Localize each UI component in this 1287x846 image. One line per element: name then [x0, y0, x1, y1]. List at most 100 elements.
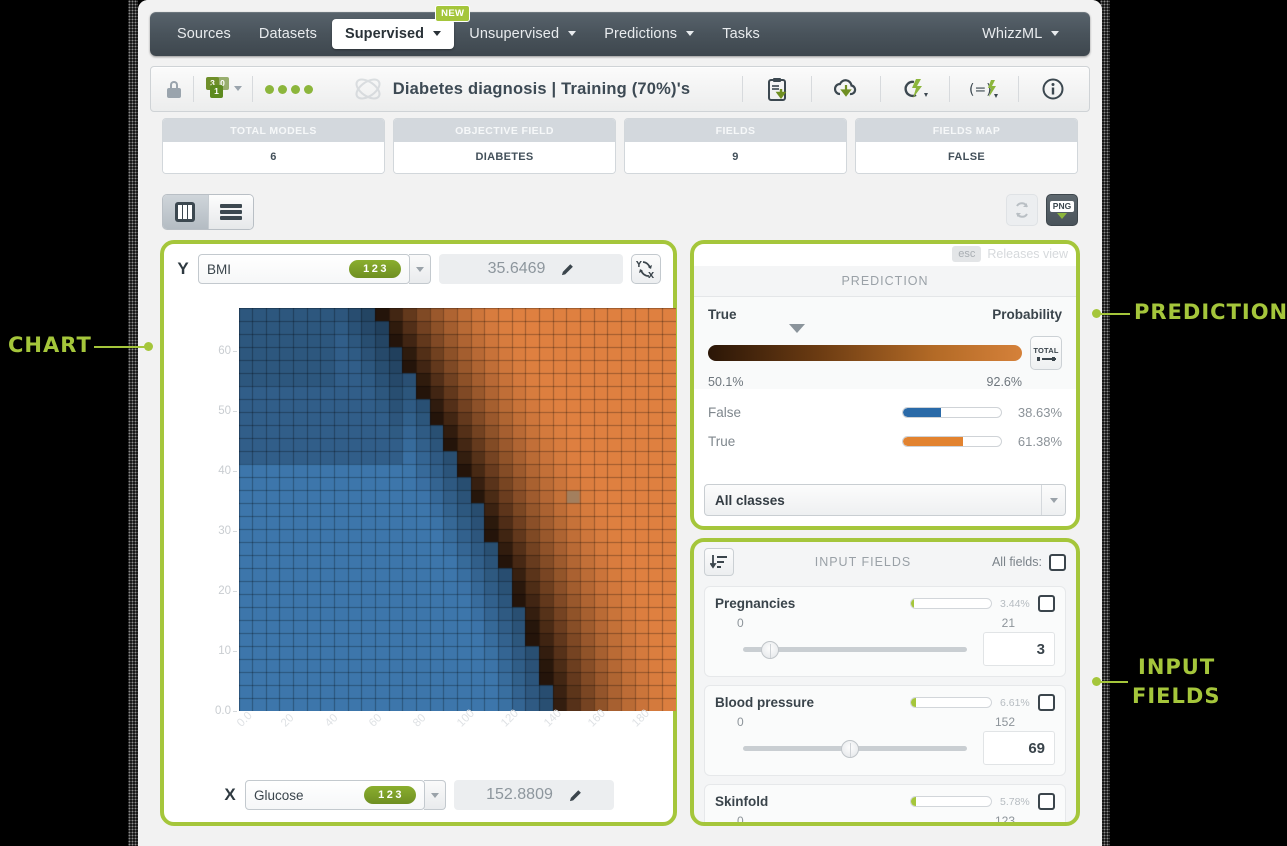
field-card-blood-pressure: Blood pressure 6.61% 0 152 69	[704, 685, 1066, 776]
info-icon[interactable]	[1031, 74, 1075, 104]
x-field-dropdown-arrow[interactable]	[424, 780, 446, 810]
field-checkbox[interactable]	[1038, 595, 1055, 612]
atom-icon	[355, 78, 381, 100]
y-tick: 0.0	[215, 705, 237, 717]
version-badge-icon[interactable]: 0 3 1	[206, 77, 242, 101]
class-bar	[902, 407, 1002, 418]
refresh-button[interactable]	[1006, 194, 1038, 226]
all-fields-checkbox[interactable]	[1049, 553, 1066, 571]
x-value-box[interactable]: 152.8809	[454, 780, 614, 810]
titlebar-actions: (=)	[730, 74, 1089, 104]
flash-model-icon[interactable]	[893, 74, 937, 104]
nav-item-tasks[interactable]: Tasks	[709, 19, 773, 49]
heatmap-canvas[interactable]	[239, 308, 676, 711]
slider-knob[interactable]	[841, 740, 860, 758]
numeric-type-pill: 123	[364, 786, 416, 804]
y-field-dropdown-arrow[interactable]	[409, 254, 431, 284]
slider-knob[interactable]	[761, 641, 780, 659]
svg-text:(=): (=)	[969, 82, 992, 98]
nav-item-whizzml[interactable]: WhizzML	[969, 19, 1072, 49]
input-fields-title: INPUT FIELDS	[814, 555, 912, 569]
chevron-down-icon	[568, 30, 577, 36]
x-tick: 20	[278, 711, 297, 730]
grid-view-button[interactable]	[163, 195, 208, 229]
field-max: 152	[994, 715, 1015, 729]
grid-view-icon	[175, 202, 196, 222]
cloud-download-icon[interactable]	[824, 74, 868, 104]
y-field-select[interactable]: BMI 123	[198, 254, 410, 284]
nav-label: Supervised	[344, 26, 425, 42]
x-field-name: Glucose	[254, 787, 304, 803]
all-fields-toggle: All fields:	[991, 553, 1066, 571]
export-tools: PNG	[1006, 194, 1078, 226]
y-field-name: BMI	[207, 261, 232, 277]
input-fields-panel: INPUT FIELDS All fields: Pregnancies 3.4…	[690, 538, 1080, 826]
class-name: True	[708, 434, 736, 449]
predicted-class-label: True	[708, 307, 737, 322]
nav-label: Datasets	[258, 26, 317, 42]
divider	[880, 76, 881, 102]
nav-items: Sources Datasets Supervised NEW Unsuperv…	[150, 5, 773, 56]
esc-hint-label: Releases view	[987, 247, 1068, 261]
x-value: 152.8809	[486, 786, 553, 803]
x-field-select[interactable]: Glucose 123	[245, 780, 425, 810]
pencil-icon[interactable]	[561, 263, 574, 276]
nav-item-sources[interactable]: Sources	[164, 19, 244, 49]
annotation-input-fields-label-1: INPUT	[1138, 655, 1216, 679]
class-pct: 38.63%	[1017, 405, 1062, 420]
chevron-down-icon	[686, 30, 695, 36]
divider	[811, 76, 812, 102]
chart-panel: Y BMI 123 35.6469 Y X 0.0 10 20 30 40 50…	[160, 240, 677, 826]
class-name: False	[708, 405, 742, 420]
nav-item-unsupervised[interactable]: Unsupervised	[456, 19, 589, 49]
nav-item-supervised[interactable]: Supervised NEW	[331, 5, 471, 49]
stat-value: DIABETES	[394, 142, 615, 173]
field-checkbox[interactable]	[1038, 793, 1055, 810]
field-value-input[interactable]: 3	[983, 632, 1055, 666]
export-png-button[interactable]: PNG	[1046, 194, 1078, 226]
nav-label: WhizzML	[982, 26, 1042, 42]
list-view-button[interactable]	[207, 195, 253, 229]
swap-axes-button[interactable]: Y X	[631, 254, 661, 284]
heatmap-plot[interactable]: 0.0 10 20 30 40 50 60 0.0 20 40 60 80 100 120 140 160 1…	[215, 308, 676, 729]
importance-pct: 6.61%	[1000, 696, 1030, 709]
stat-label: FIELDS	[625, 119, 846, 142]
y-value-box[interactable]: 35.6469	[439, 254, 623, 284]
importance-pct: 3.44%	[1000, 597, 1030, 610]
equals-flash-icon[interactable]: (=)	[962, 74, 1006, 104]
resource-title-group: Diabetes diagnosis | Training (70%)'s	[313, 74, 730, 104]
png-label: PNG	[1049, 201, 1075, 212]
y-tick: 10	[218, 644, 237, 657]
svg-text:X: X	[648, 271, 655, 279]
status-dots	[265, 84, 313, 94]
chevron-down-icon	[1051, 30, 1059, 36]
lock-icon[interactable]	[167, 80, 181, 98]
field-min: 0	[737, 715, 744, 729]
swap-axes-icon: Y X	[636, 260, 655, 279]
clipboard-download-icon[interactable]	[755, 74, 799, 104]
input-fields-header: INPUT FIELDS All fields:	[694, 542, 1076, 582]
class-filter-select[interactable]: All classes	[704, 484, 1066, 516]
nav-label: Tasks	[722, 26, 760, 42]
svg-text:Y: Y	[636, 260, 642, 269]
class-bar	[902, 436, 1002, 447]
field-slider[interactable]	[715, 637, 973, 661]
esc-key-badge: esc	[952, 246, 982, 262]
field-slider[interactable]	[715, 736, 973, 760]
probability-gauge	[708, 345, 1022, 361]
field-checkbox[interactable]	[1038, 694, 1055, 711]
chevron-down-icon[interactable]	[1041, 485, 1065, 515]
resource-titlebar: 0 3 1 Diabetes diagnosis | Training (70%…	[150, 66, 1090, 112]
sort-button[interactable]	[704, 548, 734, 576]
y-tick: 40	[218, 464, 237, 477]
nav-item-predictions[interactable]: Predictions	[591, 19, 707, 49]
field-value-input[interactable]: 69	[983, 731, 1055, 765]
nav-item-datasets[interactable]: Datasets	[246, 19, 330, 49]
total-button[interactable]: TOTAL	[1030, 336, 1062, 370]
x-tick: 0.0	[235, 709, 255, 730]
field-name: Pregnancies	[715, 596, 796, 611]
nav-label: Predictions	[604, 26, 678, 42]
all-fields-label: All fields:	[991, 555, 1042, 569]
stat-cards: TOTAL MODELS 6 OBJECTIVE FIELD DIABETES …	[162, 118, 1078, 174]
pencil-icon[interactable]	[569, 789, 582, 802]
